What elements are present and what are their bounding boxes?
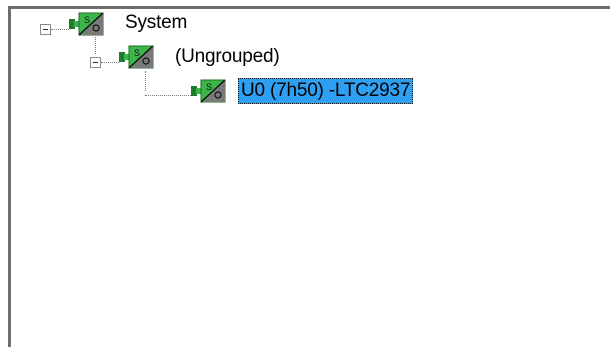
svg-text:S: S xyxy=(134,48,140,58)
device-tree[interactable]: S System S (Ungrouped) S U0 (7h50) -LTC2… xyxy=(11,9,610,347)
tree-connector-line xyxy=(145,95,191,96)
collapse-toggle-icon[interactable] xyxy=(40,24,51,35)
svg-text:S: S xyxy=(84,15,90,25)
sensor-module-icon: S xyxy=(69,12,107,36)
tree-connector-line xyxy=(51,29,69,30)
tree-view-panel[interactable]: S System S (Ungrouped) S U0 (7h50) -LTC2… xyxy=(0,0,610,347)
tree-connector-line xyxy=(101,62,119,63)
tree-node-ungrouped[interactable]: S (Ungrouped) xyxy=(11,43,371,71)
sensor-module-icon: S xyxy=(191,79,229,103)
tree-node-label[interactable]: (Ungrouped) xyxy=(172,44,282,70)
sensor-module-icon: S xyxy=(119,45,157,69)
svg-text:S: S xyxy=(206,82,212,92)
collapse-toggle-icon[interactable] xyxy=(90,57,101,68)
tree-node-u0-ltc2937[interactable]: S U0 (7h50) -LTC2937 xyxy=(11,77,471,105)
tree-node-system[interactable]: S System xyxy=(11,9,311,37)
tree-node-label-selected[interactable]: U0 (7h50) -LTC2937 xyxy=(238,78,414,104)
tree-node-label[interactable]: System xyxy=(122,10,190,36)
